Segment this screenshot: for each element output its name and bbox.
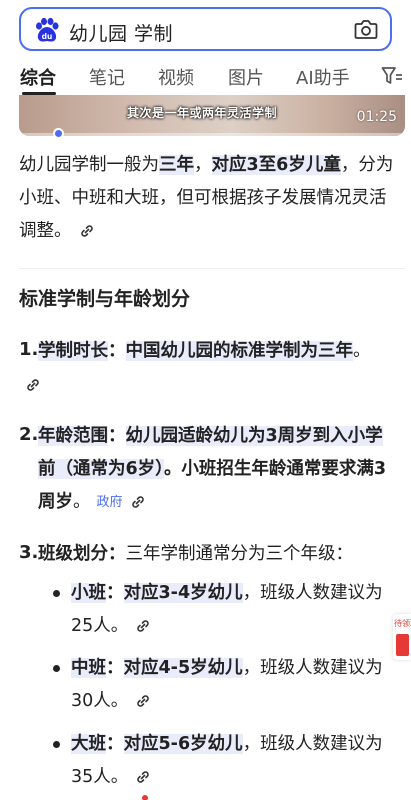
section-divider bbox=[19, 268, 405, 269]
video-progress-track[interactable] bbox=[19, 133, 405, 136]
baidu-logo-icon: du bbox=[36, 17, 59, 42]
video-caption: 其次是一年或两年灵活学制 bbox=[127, 106, 278, 120]
filter-icon[interactable] bbox=[381, 66, 403, 86]
source-tag-government[interactable]: 政府 bbox=[97, 486, 123, 519]
bullet-dot bbox=[53, 590, 60, 597]
video-duration: 01:25 bbox=[356, 109, 397, 125]
tab-comprehensive[interactable]: 综合 bbox=[20, 64, 56, 90]
item-number: 1. bbox=[19, 339, 39, 360]
bullet-dot bbox=[53, 665, 60, 672]
item-class-division: 班级划分：三年学制通常分为三个年级： bbox=[38, 544, 353, 564]
item-number: 3. bbox=[19, 542, 39, 563]
side-float-reward[interactable]: 待领取 bbox=[393, 614, 411, 660]
link-icon[interactable] bbox=[134, 692, 152, 710]
section-heading: 标准学制与年龄划分 bbox=[19, 288, 191, 310]
class-large: 大班：对应5-6岁幼儿，班级人数建议为35人。 bbox=[71, 734, 383, 787]
camera-icon[interactable] bbox=[354, 18, 378, 40]
search-bar[interactable]: du 幼儿园 学制 bbox=[19, 7, 392, 51]
item-duration: 学制时长：中国幼儿园的标准学制为三年。 bbox=[38, 341, 371, 361]
intro-paragraph: 幼儿园学制一般为三年，对应3至6岁儿童，分为小班、中班和大班，但可根据孩子发展情… bbox=[19, 155, 394, 241]
side-float-label: 待领取 bbox=[394, 619, 411, 628]
video-progress-handle[interactable] bbox=[53, 128, 64, 139]
search-input[interactable]: 幼儿园 学制 bbox=[69, 19, 173, 46]
intro-highlight-years: 三年 bbox=[159, 155, 194, 175]
class-small: 小班：对应3-4岁幼儿，班级人数建议为25人。 bbox=[71, 583, 383, 636]
class-middle: 中班：对应4-5岁幼儿，班级人数建议为30人。 bbox=[71, 658, 383, 711]
link-icon[interactable] bbox=[134, 617, 152, 635]
notification-dot bbox=[142, 795, 148, 800]
link-icon[interactable] bbox=[24, 376, 42, 394]
svg-text:du: du bbox=[42, 32, 53, 41]
link-icon[interactable] bbox=[134, 768, 152, 786]
link-icon[interactable] bbox=[78, 222, 96, 240]
tab-images[interactable]: 图片 bbox=[228, 64, 264, 90]
tab-ai-assistant[interactable]: AI助手 bbox=[296, 64, 350, 90]
tab-videos[interactable]: 视频 bbox=[158, 64, 194, 90]
video-player[interactable]: 其次是一年或两年灵活学制 01:25 bbox=[19, 95, 405, 136]
intro-highlight-age: 对应3至6岁儿童 bbox=[211, 155, 341, 175]
tab-notes[interactable]: 笔记 bbox=[89, 64, 125, 90]
red-envelope-icon bbox=[396, 634, 409, 656]
item-number: 2. bbox=[19, 424, 39, 445]
bullet-dot bbox=[53, 741, 60, 748]
tab-bar: 综合 笔记 视频 图片 AI助手 bbox=[0, 60, 411, 94]
link-icon[interactable] bbox=[129, 493, 147, 511]
item-age-range: 年龄范围：幼儿园适龄幼儿为3周岁到入小学前（通常为6岁）。小班招生年龄通常要求满… bbox=[38, 420, 398, 519]
